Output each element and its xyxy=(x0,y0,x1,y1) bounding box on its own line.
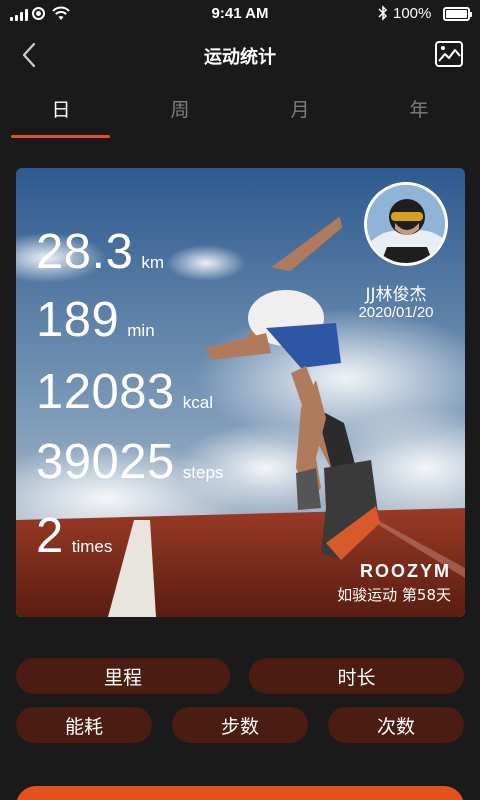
user-photo xyxy=(367,185,445,263)
metric-duration-button[interactable]: 时长 xyxy=(249,658,464,694)
tab-day[interactable]: 日 xyxy=(11,90,111,138)
avatar[interactable] xyxy=(364,182,448,266)
back-button[interactable] xyxy=(14,40,44,70)
status-bar: 9:41 AM 100% xyxy=(0,0,480,30)
page-title: 运动统计 xyxy=(204,47,276,68)
stat-unit: kcal xyxy=(182,393,213,412)
stat-value: 28.3 xyxy=(36,225,134,279)
stat-distance: 28.3 km xyxy=(36,224,164,280)
stat-times: 2 times xyxy=(36,508,112,564)
metric-calories-button[interactable]: 能耗 xyxy=(16,707,152,743)
metric-distance-button[interactable]: 里程 xyxy=(16,658,230,694)
period-tabs: 日 周 月 年 xyxy=(0,90,480,140)
stat-unit: km xyxy=(141,253,165,272)
tab-week[interactable]: 周 xyxy=(130,90,230,138)
brand-logo: ROOZYM xyxy=(360,561,451,581)
stat-unit: steps xyxy=(182,463,224,482)
battery-percent: 100% xyxy=(393,5,432,22)
stat-steps: 39025 steps xyxy=(36,434,223,490)
stat-duration: 189 min xyxy=(36,292,155,348)
stats-card: 28.3 km 189 min 12083 kcal 39025 steps 2… xyxy=(16,168,465,617)
stat-calories: 12083 kcal xyxy=(36,364,213,420)
stat-value: 2 xyxy=(36,509,64,563)
metric-steps-button[interactable]: 步数 xyxy=(172,707,308,743)
tab-indicator xyxy=(11,135,110,138)
stat-unit: min xyxy=(127,321,155,340)
record-date: 2020/01/20 xyxy=(358,304,434,321)
stat-unit: times xyxy=(71,537,113,556)
nav-bar: 运动统计 xyxy=(0,30,480,80)
brand-tagline: 如骏运动 第58天 xyxy=(337,586,451,604)
stat-value: 39025 xyxy=(36,435,175,489)
tab-month[interactable]: 月 xyxy=(250,90,350,138)
battery-icon xyxy=(443,7,472,21)
user-name: JJ林俊杰 xyxy=(365,285,427,305)
bluetooth-icon xyxy=(378,5,388,21)
stat-value: 12083 xyxy=(36,365,175,419)
metric-times-button[interactable]: 次数 xyxy=(328,707,464,743)
primary-action-button[interactable] xyxy=(16,786,464,800)
tab-year[interactable]: 年 xyxy=(369,90,469,138)
image-chart-icon[interactable] xyxy=(434,40,464,68)
chevron-left-icon xyxy=(22,42,36,68)
stat-value: 189 xyxy=(36,293,120,347)
